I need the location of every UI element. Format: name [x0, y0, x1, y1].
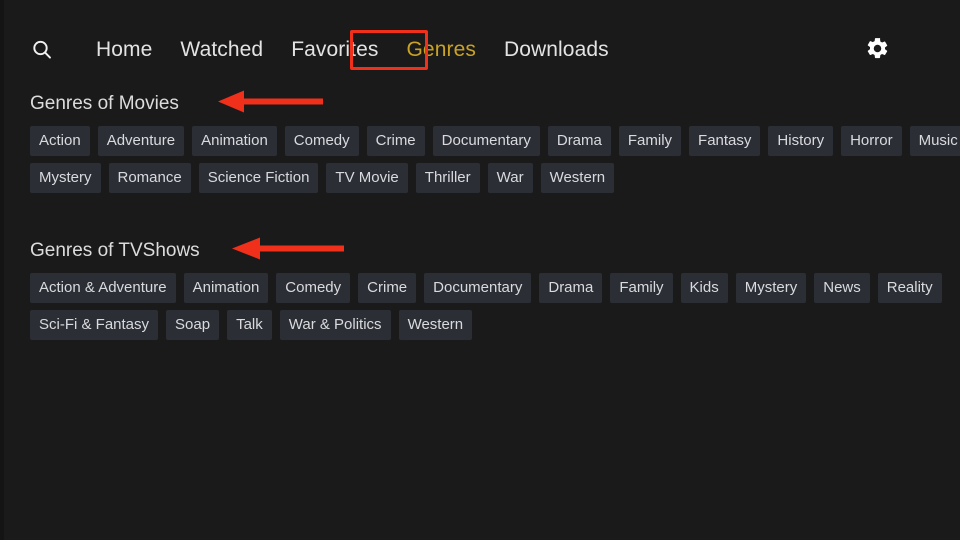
genre-chip[interactable]: Mystery — [30, 163, 101, 193]
nav-item-genres[interactable]: Genres — [392, 31, 489, 69]
movies-chip-row-2: Mystery Romance Science Fiction TV Movie… — [30, 163, 936, 193]
movies-section-title: Genres of Movies — [30, 93, 179, 114]
nav-item-watched[interactable]: Watched — [166, 31, 277, 69]
genre-chip[interactable]: Documentary — [424, 273, 532, 303]
genre-chip[interactable]: Reality — [877, 273, 942, 303]
genre-chip[interactable]: Action & Adventure — [30, 273, 176, 303]
genre-chip[interactable]: Documentary — [432, 126, 540, 156]
genre-chip[interactable]: History — [768, 126, 834, 156]
genre-chip[interactable]: Action — [30, 126, 90, 156]
arrow-left-icon-movies — [218, 90, 323, 118]
genre-chip[interactable]: Crime — [358, 273, 417, 303]
genre-chip[interactable]: Animation — [192, 126, 277, 156]
genre-chip[interactable]: Western — [398, 310, 473, 340]
genre-chip[interactable]: Western — [540, 163, 615, 193]
tvshows-section-header: Genres of TVShows — [0, 233, 960, 269]
genre-chip[interactable]: Science Fiction — [198, 163, 319, 193]
nav-items-container: Home Watched Favorites Genres Downloads — [82, 31, 623, 69]
genre-chip[interactable]: Mystery — [735, 273, 807, 303]
movies-chip-row-1: Action Adventure Animation Comedy Crime … — [30, 126, 960, 156]
genre-chip[interactable]: News — [814, 273, 870, 303]
nav-item-downloads[interactable]: Downloads — [490, 31, 623, 69]
genre-chip[interactable]: Horror — [841, 126, 902, 156]
genre-chip[interactable]: Thriller — [415, 163, 480, 193]
genre-chip[interactable]: TV Movie — [326, 163, 408, 193]
section-genres-of-movies: Genres of Movies Action Adventure Animat… — [0, 86, 960, 200]
genre-chip[interactable]: Kids — [680, 273, 728, 303]
top-navigation-bar: Home Watched Favorites Genres Downloads — [0, 0, 960, 82]
genre-chip[interactable]: Drama — [547, 126, 611, 156]
tvshows-chip-row-1: Action & Adventure Animation Comedy Crim… — [30, 273, 942, 303]
tvshows-section-title: Genres of TVShows — [30, 240, 200, 261]
arrow-left-icon-tvshows — [232, 237, 344, 265]
nav-item-home[interactable]: Home — [82, 31, 166, 69]
genre-chip[interactable]: Family — [618, 126, 682, 156]
genre-chip[interactable]: Soap — [166, 310, 220, 340]
gear-icon — [865, 36, 890, 66]
section-genres-of-tvshows: Genres of TVShows Action & Adventure Ani… — [0, 233, 960, 347]
search-icon — [30, 38, 54, 62]
tvshows-chip-row-2: Sci-Fi & Fantasy Soap Talk War & Politic… — [30, 310, 936, 340]
tvshows-chip-rows: Action & Adventure Animation Comedy Crim… — [0, 273, 960, 340]
genre-chip[interactable]: Romance — [108, 163, 191, 193]
genre-chip[interactable]: War & Politics — [279, 310, 391, 340]
search-button[interactable] — [28, 36, 56, 64]
genre-chip[interactable]: Comedy — [284, 126, 359, 156]
genre-chip[interactable]: Drama — [539, 273, 603, 303]
settings-button[interactable] — [864, 38, 890, 64]
genre-chip[interactable]: Family — [610, 273, 673, 303]
movies-chip-rows: Action Adventure Animation Comedy Crime … — [0, 126, 960, 193]
genre-chip[interactable]: Talk — [227, 310, 272, 340]
genre-chip[interactable]: War — [487, 163, 533, 193]
genre-chip[interactable]: Sci-Fi & Fantasy — [30, 310, 159, 340]
genre-chip[interactable]: Music — [909, 126, 960, 156]
genre-chip[interactable]: Animation — [183, 273, 269, 303]
genre-chip[interactable]: Comedy — [276, 273, 351, 303]
genre-chip[interactable]: Crime — [366, 126, 425, 156]
genre-chip[interactable]: Adventure — [97, 126, 185, 156]
movies-section-header: Genres of Movies — [0, 86, 960, 122]
nav-item-favorites[interactable]: Favorites — [277, 31, 392, 69]
genre-chip[interactable]: Fantasy — [689, 126, 761, 156]
